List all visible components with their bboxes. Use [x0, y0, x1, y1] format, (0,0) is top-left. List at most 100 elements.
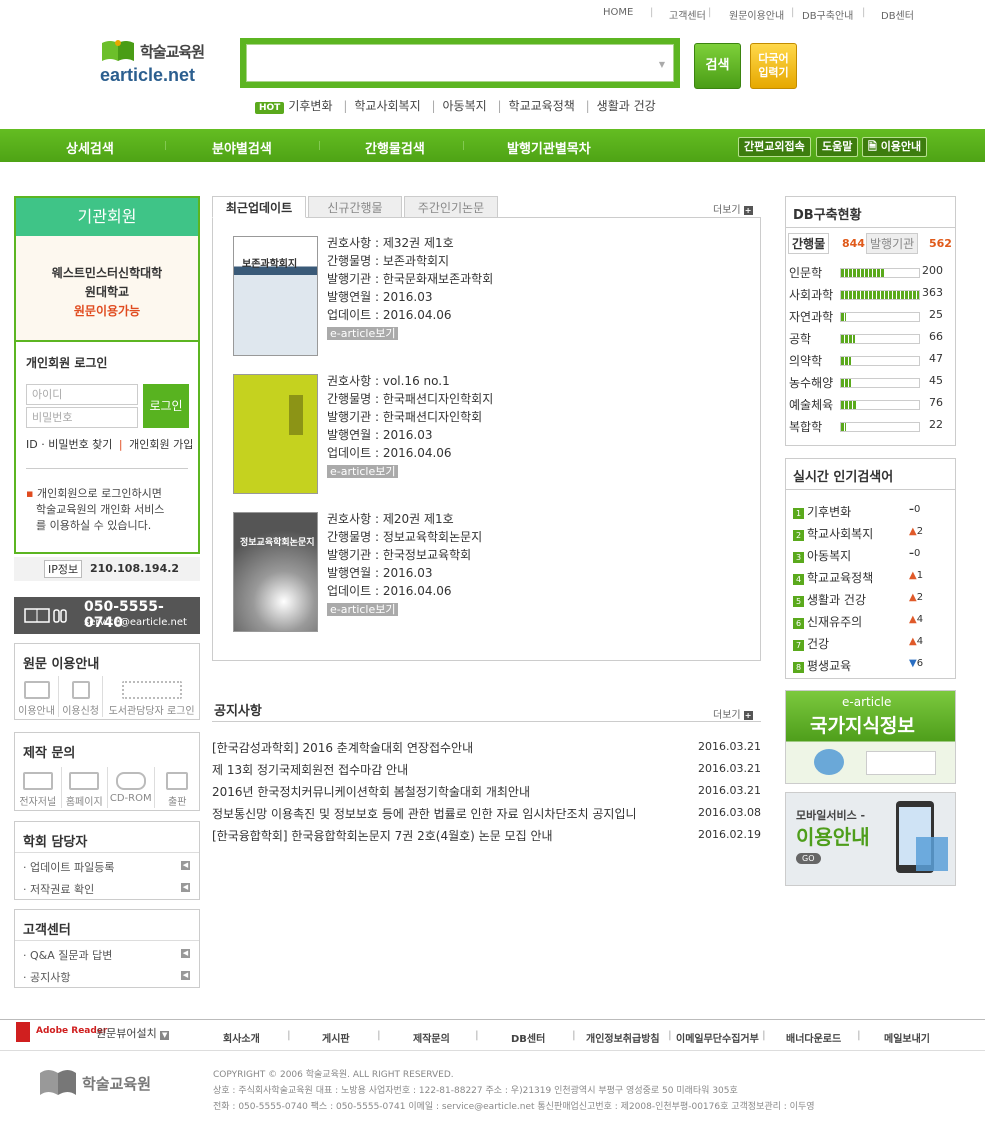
db-status-row[interactable]: 복합학 22: [789, 418, 949, 435]
journal-row: 간행물명 : 한국패션디자인학회지: [327, 392, 494, 406]
footer-link[interactable]: DB센터: [511, 1030, 545, 1045]
tab-journals[interactable]: 간행물: [788, 233, 830, 254]
hot-keyword[interactable]: 학교교육정책: [509, 99, 575, 113]
publishing-link[interactable]: 출판: [155, 767, 201, 808]
id-input[interactable]: 아이디: [26, 384, 138, 405]
popular-keyword[interactable]: 6 신재유주의 ▲4: [793, 613, 923, 630]
db-status-row[interactable]: 의약학 47: [789, 352, 949, 369]
journal-cover[interactable]: [233, 374, 318, 494]
remote-access-button[interactable]: 간편교외접속: [738, 137, 811, 157]
top-nav-db-center[interactable]: DB센터: [881, 7, 914, 22]
db-status-title: DB구축현황: [793, 208, 862, 223]
multilingual-label-1: 다국어: [758, 52, 789, 65]
go-button[interactable]: GO: [796, 853, 821, 864]
multilingual-input-button[interactable]: 다국어 입력기: [750, 43, 797, 89]
usage-guide-button[interactable]: 🗎 이용안내: [862, 137, 928, 157]
popular-keyword[interactable]: 2 학교사회복지 ▲2: [793, 525, 923, 542]
tab-new-journals[interactable]: 신규간행물: [308, 196, 402, 218]
search-box: ▼: [240, 38, 680, 88]
db-status-row[interactable]: 공학 66: [789, 330, 949, 347]
more-link[interactable]: 더보기 +: [713, 706, 753, 721]
help-button[interactable]: 도움말: [816, 137, 859, 157]
national-knowledge-banner[interactable]: e-article 국가지식정보: [785, 690, 956, 784]
keyword-text: 아동복지: [807, 549, 852, 563]
ejournal-link[interactable]: 전자저널: [15, 767, 62, 808]
volume-row: 권호사항 : 제20권 제1호: [327, 512, 454, 526]
divider: |: [862, 7, 866, 18]
site-logo[interactable]: 학술교육원 earticle.net: [98, 37, 210, 89]
journal-cover[interactable]: 보존과학회지: [233, 236, 318, 356]
tab-weekly-popular[interactable]: 주간인기논문: [404, 196, 498, 218]
menu-publisher-toc[interactable]: 발행기관별목차: [507, 138, 591, 157]
banner-title: 이용안내: [796, 825, 870, 849]
popular-keyword[interactable]: 8 평생교육 ▼6: [793, 657, 923, 674]
tab-recent-updates[interactable]: 최근업데이트: [212, 196, 306, 218]
earticle-view-button[interactable]: e-article보기: [327, 465, 399, 478]
footer-link[interactable]: 메일보내기: [884, 1030, 930, 1045]
footer-link[interactable]: 개인정보취급방침: [586, 1030, 660, 1045]
notice-item[interactable]: 정보통신망 이용촉진 및 정보보호 등에 관한 법률로 인한 자료 임시차단조치…: [212, 805, 690, 822]
login-button[interactable]: 로그인: [143, 384, 189, 428]
plus-icon: +: [743, 206, 753, 215]
hot-keyword[interactable]: 학교사회복지: [354, 99, 420, 113]
footer-link[interactable]: 회사소개: [223, 1030, 260, 1045]
top-nav-usage[interactable]: 원문이용안내: [729, 7, 784, 22]
update-file-link[interactable]: · 업데이트 파일등록 ◀: [23, 859, 193, 875]
popular-keyword[interactable]: 4 학교교육정책 ▲1: [793, 569, 923, 586]
divider: |: [791, 7, 795, 18]
divider: [26, 468, 188, 469]
homepage-link[interactable]: 홈페이지: [62, 767, 108, 808]
field-count: 25: [929, 308, 943, 321]
footer-link[interactable]: 게시판: [322, 1030, 350, 1045]
journal-cover[interactable]: 정보교육학회논문지: [233, 512, 318, 632]
top-nav-support[interactable]: 고객센터: [669, 7, 706, 22]
monitor-icon: [121, 681, 182, 699]
menu-journal-search[interactable]: 간행물검색: [365, 138, 425, 157]
dropdown-arrow-icon[interactable]: ▼: [659, 60, 665, 69]
usage-apply-link[interactable]: 이용신청: [59, 676, 104, 717]
earticle-view-button[interactable]: e-article보기: [327, 327, 399, 340]
viewer-install-link[interactable]: 원문뷰어설치 ▼: [96, 1025, 170, 1041]
earticle-view-button[interactable]: e-article보기: [327, 603, 399, 616]
db-status-row[interactable]: 예술체육 76: [789, 396, 949, 413]
notice-item[interactable]: 2016년 한국정치커뮤니케이션학회 봄철정기학술대회 개최안내: [212, 783, 530, 800]
db-status-row[interactable]: 인문학 200: [789, 264, 949, 281]
more-link[interactable]: 더보기 +: [713, 201, 753, 216]
cdrom-link[interactable]: CD-ROM: [108, 767, 155, 808]
menu-field-search[interactable]: 분야별검색: [212, 138, 272, 157]
menu-detail-search[interactable]: 상세검색: [66, 138, 114, 157]
qna-link[interactable]: · Q&A 질문과 답변 ◀: [23, 947, 193, 963]
top-nav-db-guide[interactable]: DB구축안내: [802, 7, 853, 22]
join-link[interactable]: 개인회원 가입: [129, 438, 193, 451]
notice-item[interactable]: [한국융합학회] 한국융합학회논문지 7권 2호(4월호) 논문 모집 안내: [212, 827, 553, 844]
notice-item[interactable]: 제 13회 정기국제회원전 접수마감 안내: [212, 761, 408, 778]
top-nav-home[interactable]: HOME: [603, 7, 633, 18]
royalty-link[interactable]: · 저작권료 확인 ◀: [23, 881, 193, 897]
search-button[interactable]: 검색: [694, 43, 741, 89]
search-input[interactable]: ▼: [246, 44, 674, 82]
mobile-service-banner[interactable]: 모바일서비스 - 이용안내 GO: [785, 792, 956, 886]
hot-keyword[interactable]: 기후변화: [288, 99, 332, 113]
footer-link[interactable]: 배너다운로드: [786, 1030, 841, 1045]
hot-keyword[interactable]: 아동복지: [443, 99, 487, 113]
hot-keyword[interactable]: 생활과 건강: [597, 99, 656, 113]
db-status-row[interactable]: 자연과학 25: [789, 308, 949, 325]
popular-keyword[interactable]: 1 기후변화 –0: [793, 503, 920, 520]
password-input[interactable]: 비밀번호: [26, 407, 138, 428]
society-title: 학회 담당자: [23, 835, 88, 850]
tab-publishers[interactable]: 발행기관: [866, 233, 919, 254]
browser-icon: [69, 772, 100, 790]
db-status-row[interactable]: 사회과학 363: [789, 286, 949, 303]
librarian-login-link[interactable]: 도서관담당자 로그인: [103, 676, 200, 717]
notice-link[interactable]: · 공지사항 ◀: [23, 969, 193, 985]
footer-link[interactable]: 제작문의: [413, 1030, 450, 1045]
db-status-row[interactable]: 농수해양 45: [789, 374, 949, 391]
footer-link[interactable]: 이메일무단수집거부: [676, 1030, 759, 1045]
popular-keyword[interactable]: 7 건강 ▲4: [793, 635, 923, 652]
popular-keyword[interactable]: 3 아동복지 –0: [793, 547, 920, 564]
notice-item[interactable]: [한국감성과학회] 2016 춘계학술대회 연장접수안내: [212, 739, 473, 756]
find-id-password-link[interactable]: ID · 비밀번호 찾기: [26, 438, 112, 451]
divider: [15, 852, 199, 853]
usage-info-link[interactable]: 이용안내: [15, 676, 60, 717]
popular-keyword[interactable]: 5 생활과 건강 ▲2: [793, 591, 923, 608]
